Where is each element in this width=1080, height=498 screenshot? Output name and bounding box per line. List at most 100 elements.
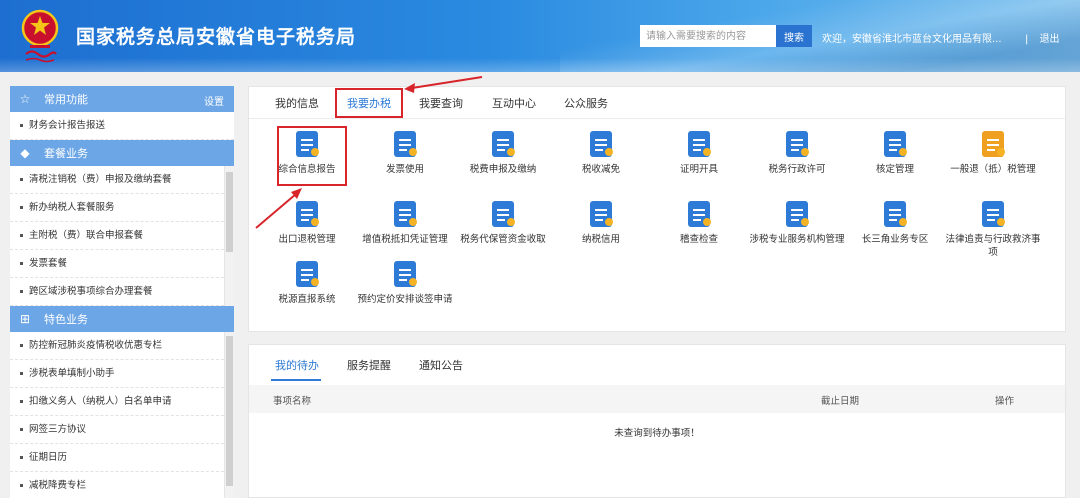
- package-scrollbar[interactable]: [224, 166, 234, 306]
- bullet-icon: [20, 178, 23, 181]
- tax-emblem-icon: [21, 9, 59, 63]
- function-admin-permit[interactable]: 税务行政许可: [747, 129, 847, 176]
- sidebar-item[interactable]: 新办纳税人套餐服务: [10, 194, 234, 222]
- todo-panel: 我的待办 服务提醒 通知公告 事项名称 截止日期 操作 未查询到待办事项！: [248, 344, 1066, 498]
- pricing-icon: [394, 261, 417, 287]
- special-scrollbar[interactable]: [224, 332, 234, 498]
- function-assessment[interactable]: 核定管理: [845, 129, 945, 176]
- annotation-box-tab: [335, 88, 403, 118]
- custody-icon: [492, 201, 515, 227]
- function-fund-custody[interactable]: 税务代保管资金收取: [453, 199, 553, 246]
- function-agency-management[interactable]: 涉税专业服务机构管理: [747, 199, 847, 246]
- function-label: 税收减免: [581, 164, 620, 175]
- tab-my-info[interactable]: 我的信息: [275, 95, 319, 111]
- bullet-icon: [20, 428, 23, 431]
- function-pricing-arrangement[interactable]: 预约定价安排谈签申请: [355, 259, 455, 306]
- sidebar-item[interactable]: 减税降费专栏: [10, 472, 234, 498]
- function-label: 核定管理: [875, 164, 914, 175]
- layers-icon: ◆: [20, 146, 30, 160]
- function-label: 预约定价安排谈签申请: [357, 294, 453, 305]
- declare-icon: [492, 131, 515, 157]
- search-input[interactable]: [640, 25, 776, 47]
- function-label: 稽查检查: [679, 234, 718, 245]
- tab-public-service[interactable]: 公众服务: [564, 95, 608, 111]
- tab-my-todo[interactable]: 我的待办: [275, 357, 319, 373]
- section-label: 特色业务: [44, 313, 88, 326]
- function-certificate[interactable]: 证明开具: [649, 129, 749, 176]
- scrollbar-thumb[interactable]: [226, 172, 233, 252]
- sidebar-item[interactable]: 财务会计报告报送: [10, 112, 234, 140]
- site-title: 国家税务总局安徽省电子税务局: [76, 26, 357, 48]
- bullet-icon: [20, 206, 23, 209]
- search-button[interactable]: 搜索: [776, 25, 812, 47]
- refund-icon: [982, 131, 1005, 157]
- tab-notice[interactable]: 通知公告: [419, 357, 463, 373]
- function-vat-deduction[interactable]: 增值税抵扣凭证管理: [355, 199, 455, 246]
- logout-link[interactable]: 退出: [1040, 34, 1060, 45]
- header-wave: [0, 58, 1080, 72]
- function-comprehensive-report[interactable]: 综合信息报告: [257, 129, 357, 176]
- function-tax-declaration[interactable]: 税费申报及缴纳: [453, 129, 553, 176]
- legal-icon: [982, 201, 1005, 227]
- function-tax-credit[interactable]: 纳税信用: [551, 199, 651, 246]
- function-label: 发票使用: [385, 164, 424, 175]
- function-inspection[interactable]: 稽查检查: [649, 199, 749, 246]
- function-label: 税费申报及缴纳: [469, 164, 537, 175]
- sidebar-item[interactable]: 跨区域涉税事项综合办理套餐: [10, 278, 234, 306]
- function-label: 涉税专业服务机构管理: [749, 234, 845, 245]
- sidebar-item[interactable]: 涉税表单填制小助手: [10, 360, 234, 388]
- bullet-icon: [20, 234, 23, 237]
- bullet-icon: [20, 344, 23, 347]
- tab-query[interactable]: 我要查询: [419, 95, 463, 111]
- function-source-report[interactable]: 税源直报系统: [257, 259, 357, 306]
- welcome-text: 欢迎，安徽省淮北市蓝台文化用品有限...: [822, 34, 1002, 45]
- col-item-name: 事项名称: [273, 396, 312, 407]
- agency-icon: [786, 201, 809, 227]
- sidebar-item[interactable]: 发票套餐: [10, 250, 234, 278]
- star-icon: ☆: [19, 92, 31, 106]
- tab-interaction[interactable]: 互动中心: [492, 95, 536, 111]
- bullet-icon: [20, 456, 23, 459]
- function-label: 税务代保管资金收取: [460, 234, 546, 245]
- function-label: 法律追责与行政救济事项: [945, 234, 1041, 258]
- scrollbar-thumb[interactable]: [226, 336, 233, 486]
- function-yrd-zone[interactable]: 长三角业务专区: [845, 199, 945, 246]
- todo-empty-message: 未查询到待办事项！: [614, 428, 700, 439]
- function-invoice-use[interactable]: 发票使用: [355, 129, 455, 176]
- section-label: 常用功能: [44, 93, 88, 106]
- function-legal-remedy[interactable]: 法律追责与行政救济事项: [943, 199, 1043, 259]
- function-label: 纳税信用: [581, 234, 620, 245]
- function-refund[interactable]: 一般退（抵）税管理: [943, 129, 1043, 176]
- bullet-icon: [20, 372, 23, 375]
- sidebar-item[interactable]: 清税注销税（费）申报及缴纳套餐: [10, 166, 234, 194]
- sidebar-item[interactable]: 征期日历: [10, 444, 234, 472]
- function-label: 出口退税管理: [278, 234, 336, 245]
- sidebar-section-special[interactable]: ⊞ 特色业务: [10, 306, 234, 332]
- active-tab-underline: [271, 379, 321, 381]
- function-label: 综合信息报告: [278, 164, 336, 175]
- sidebar-item[interactable]: 防控新冠肺炎疫情税收优惠专栏: [10, 332, 234, 360]
- sidebar: ☆ 常用功能 设置 财务会计报告报送 ◆ 套餐业务 清税注销税（费）申报及缴纳套…: [10, 86, 234, 498]
- sidebar-item[interactable]: 网签三方协议: [10, 416, 234, 444]
- source-report-icon: [296, 261, 319, 287]
- tab-service-reminder[interactable]: 服务提醒: [347, 357, 391, 373]
- inspection-icon: [688, 201, 711, 227]
- col-deadline: 截止日期: [821, 396, 860, 407]
- function-label: 证明开具: [679, 164, 718, 175]
- package-list: 清税注销税（费）申报及缴纳套餐 新办纳税人套餐服务 主附税（费）联合申报套餐 发…: [10, 166, 234, 306]
- sidebar-section-common[interactable]: ☆ 常用功能 设置: [10, 86, 234, 112]
- logout-area[interactable]: | 退出: [1025, 30, 1060, 45]
- function-tax-relief[interactable]: 税收减免: [551, 129, 651, 176]
- yrd-zone-icon: [884, 201, 907, 227]
- bullet-icon: [20, 400, 23, 403]
- sidebar-item[interactable]: 扣缴义务人（纳税人）白名单申请: [10, 388, 234, 416]
- invoice-icon: [394, 131, 417, 157]
- function-export-refund[interactable]: 出口退税管理: [257, 199, 357, 246]
- sidebar-item[interactable]: 主附税（费）联合申报套餐: [10, 222, 234, 250]
- settings-link[interactable]: 设置: [204, 93, 224, 108]
- bullet-icon: [20, 290, 23, 293]
- sidebar-section-package[interactable]: ◆ 套餐业务: [10, 140, 234, 166]
- todo-table-header: 事项名称 截止日期 操作: [249, 385, 1065, 413]
- function-label: 增值税抵扣凭证管理: [362, 234, 448, 245]
- header-banner: 国家税务总局安徽省电子税务局 搜索 欢迎，安徽省淮北市蓝台文化用品有限... |…: [0, 0, 1080, 72]
